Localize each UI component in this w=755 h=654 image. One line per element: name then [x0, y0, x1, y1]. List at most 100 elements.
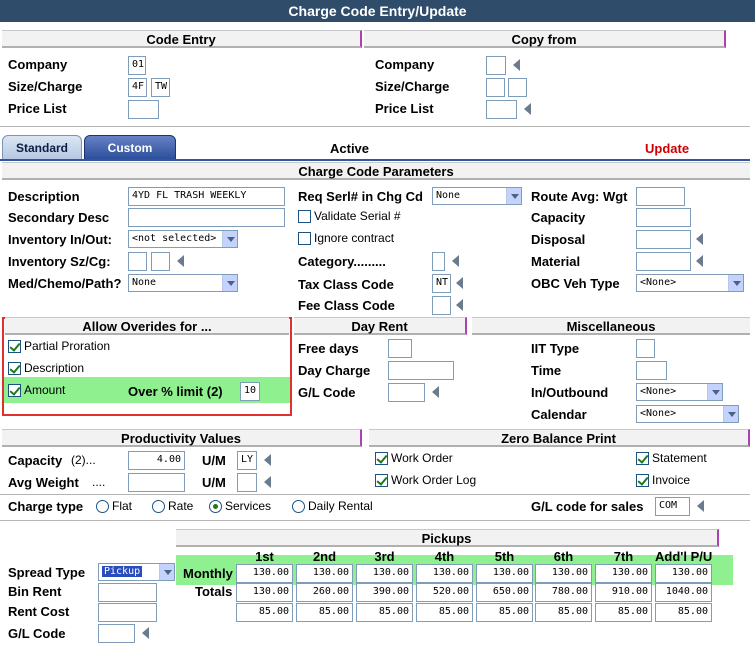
day-rent-gl-lookup-icon[interactable] — [432, 386, 439, 398]
rent-cost-cell[interactable]: 85.00 — [655, 603, 712, 622]
fee-class-lookup-icon[interactable] — [456, 299, 463, 311]
chevron-down-icon — [728, 275, 743, 291]
tab-standard[interactable]: Standard — [2, 135, 82, 160]
calendar-value: <None> — [640, 408, 677, 419]
time-label: Time — [531, 363, 562, 378]
free-days-input[interactable] — [388, 339, 412, 358]
totals-cell[interactable]: 260.00 — [296, 583, 353, 602]
rent-cost-cell[interactable]: 85.00 — [236, 603, 293, 622]
rent-cost-cell[interactable]: 85.00 — [535, 603, 592, 622]
capacity-input[interactable] — [636, 208, 691, 227]
monthly-cell[interactable]: 130.00 — [655, 564, 712, 583]
charge-type-flat-radio[interactable] — [96, 500, 109, 513]
description-override-checkbox[interactable] — [8, 362, 21, 375]
totals-cell[interactable]: 650.00 — [476, 583, 533, 602]
prod-capacity-input[interactable]: 4.00 — [128, 451, 185, 470]
work-order-checkbox[interactable] — [375, 452, 388, 465]
zero-balance-header: Zero Balance Print — [369, 429, 750, 447]
pickups-gl-lookup-icon[interactable] — [142, 627, 149, 639]
day-rent-gl-code-label: G/L Code — [298, 385, 356, 400]
monthly-cell[interactable]: 130.00 — [236, 564, 293, 583]
bin-rent-input[interactable] — [98, 583, 157, 602]
charge-input[interactable]: TW — [151, 78, 170, 97]
inoutbound-select[interactable]: <None> — [636, 383, 723, 401]
totals-cell[interactable]: 130.00 — [236, 583, 293, 602]
um-lookup-icon[interactable] — [264, 454, 271, 466]
description-input[interactable]: 4YD FL TRASH WEEKLY — [128, 187, 285, 206]
material-input[interactable] — [636, 252, 691, 271]
tax-class-lookup-icon[interactable] — [456, 277, 463, 289]
company-input[interactable]: 01 — [128, 56, 146, 75]
size-input[interactable]: 4F — [128, 78, 147, 97]
rent-cost-cell[interactable]: 85.00 — [296, 603, 353, 622]
category-lookup-icon[interactable] — [452, 255, 459, 267]
inventory-inout-select[interactable]: <not selected> — [128, 230, 238, 248]
obc-select[interactable]: <None> — [636, 274, 744, 292]
price-list-lookup-icon[interactable] — [524, 103, 531, 115]
route-avg-input[interactable] — [636, 187, 685, 206]
avg-weight-sub: .... — [92, 475, 106, 489]
tax-class-input[interactable]: NT — [432, 274, 451, 293]
iit-type-input[interactable] — [636, 339, 655, 358]
page-title: Charge Code Entry/Update — [288, 3, 467, 19]
totals-cell[interactable]: 780.00 — [535, 583, 592, 602]
rent-cost-input[interactable] — [98, 603, 157, 622]
partial-proration-checkbox[interactable] — [8, 340, 21, 353]
monthly-cell[interactable]: 130.00 — [296, 564, 353, 583]
monthly-cell[interactable]: 130.00 — [356, 564, 413, 583]
med-select[interactable]: None — [128, 274, 238, 292]
req-serl-select[interactable]: None — [432, 187, 522, 205]
charge-type-rate-radio[interactable] — [152, 500, 165, 513]
inventory-size-input[interactable] — [128, 252, 147, 271]
charge-type-daily-rental-radio[interactable] — [292, 500, 305, 513]
avg-weight-um-label: U/M — [202, 475, 226, 490]
over-limit-input[interactable]: 10 — [240, 382, 260, 401]
day-charge-input[interactable] — [388, 361, 454, 380]
work-order-log-checkbox[interactable] — [375, 474, 388, 487]
statement-checkbox[interactable] — [636, 452, 649, 465]
copy-size-input[interactable] — [486, 78, 505, 97]
ignore-contract-checkbox[interactable] — [298, 232, 311, 245]
totals-cell[interactable]: 1040.00 — [655, 583, 712, 602]
totals-cell[interactable]: 520.00 — [416, 583, 473, 602]
spread-type-select[interactable]: Pickup — [98, 563, 175, 581]
charge-type-services-radio[interactable] — [209, 500, 222, 513]
material-lookup-icon[interactable] — [696, 255, 703, 267]
copy-company-input[interactable] — [486, 56, 506, 75]
pickups-gl-code-input[interactable] — [98, 624, 135, 643]
disposal-input[interactable] — [636, 230, 691, 249]
amount-checkbox[interactable] — [8, 384, 21, 397]
monthly-cell[interactable]: 130.00 — [535, 564, 592, 583]
rent-cost-cell[interactable]: 85.00 — [595, 603, 652, 622]
copy-price-list-input[interactable] — [486, 100, 517, 119]
secondary-desc-input[interactable] — [128, 208, 285, 227]
gl-sales-lookup-icon[interactable] — [697, 500, 704, 512]
totals-cell[interactable]: 910.00 — [595, 583, 652, 602]
validate-serial-checkbox[interactable] — [298, 210, 311, 223]
um-input[interactable]: LY — [237, 451, 257, 470]
category-input[interactable] — [432, 252, 445, 271]
price-list-input[interactable] — [128, 100, 159, 119]
inventory-lookup-icon[interactable] — [177, 255, 184, 267]
rent-cost-cell[interactable]: 85.00 — [476, 603, 533, 622]
rent-cost-cell[interactable]: 85.00 — [356, 603, 413, 622]
rent-cost-cell[interactable]: 85.00 — [416, 603, 473, 622]
gl-sales-input[interactable]: COM — [655, 497, 690, 516]
calendar-select[interactable]: <None> — [636, 405, 739, 423]
tab-custom[interactable]: Custom — [84, 135, 176, 160]
time-input[interactable] — [636, 361, 667, 380]
company-lookup-icon[interactable] — [513, 59, 520, 71]
monthly-cell[interactable]: 130.00 — [595, 564, 652, 583]
copy-charge-input[interactable] — [508, 78, 527, 97]
avg-weight-um-input[interactable] — [237, 473, 257, 492]
invoice-checkbox[interactable] — [636, 474, 649, 487]
disposal-lookup-icon[interactable] — [696, 233, 703, 245]
avg-weight-input[interactable] — [128, 473, 185, 492]
monthly-cell[interactable]: 130.00 — [476, 564, 533, 583]
day-rent-gl-code-input[interactable] — [388, 383, 425, 402]
totals-cell[interactable]: 390.00 — [356, 583, 413, 602]
inventory-charge-input[interactable] — [151, 252, 170, 271]
monthly-cell[interactable]: 130.00 — [416, 564, 473, 583]
fee-class-input[interactable] — [432, 296, 451, 315]
avg-weight-um-lookup-icon[interactable] — [264, 476, 271, 488]
